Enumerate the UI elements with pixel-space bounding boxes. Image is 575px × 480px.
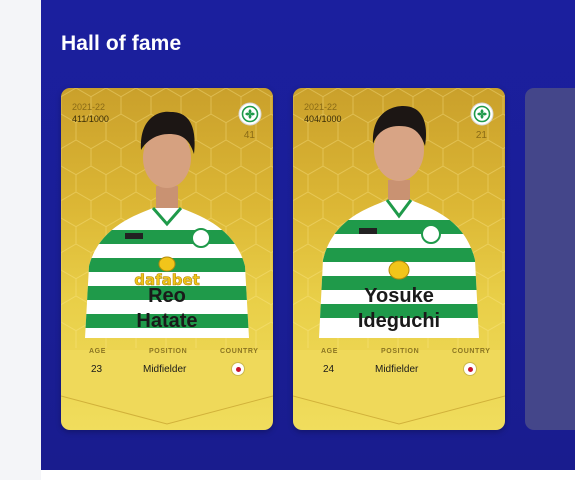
player-name: Reo Hatate [61, 284, 273, 334]
age-value: 24 [323, 364, 335, 375]
sidebar-strip [0, 0, 41, 480]
section-title: Hall of fame [61, 32, 182, 55]
player-card[interactable]: 2021-22 404/1000 21 Yosuke Ideguchi AGE … [293, 88, 505, 430]
age-label: AGE [321, 348, 338, 355]
player-name: Yosuke Ideguchi [293, 284, 505, 334]
country-label: COUNTRY [220, 348, 259, 355]
age-value: 23 [91, 364, 103, 375]
country-label: COUNTRY [452, 348, 491, 355]
player-last-name: Hatate [136, 310, 198, 332]
card-bottom-shape [293, 350, 505, 425]
player-card[interactable]: 2021-22 411/1000 41 dafabet Reo Hatate A… [61, 88, 273, 430]
age-label: AGE [89, 348, 106, 355]
position-value: Midfielder [375, 364, 419, 375]
player-first-name: Reo [148, 285, 186, 307]
hall-of-fame-panel: Hall of fame 2021-22 411/1000 41 dafabet… [41, 0, 575, 470]
card-bottom-shape [61, 350, 273, 425]
japan-flag-icon [464, 363, 476, 375]
player-first-name: Yosuke [364, 285, 434, 307]
japan-flag-icon [232, 363, 244, 375]
next-card-peek[interactable] [525, 88, 575, 430]
position-label: POSITION [149, 348, 188, 355]
player-last-name: Ideguchi [357, 310, 441, 332]
position-label: POSITION [381, 348, 420, 355]
position-value: Midfielder [143, 364, 187, 375]
